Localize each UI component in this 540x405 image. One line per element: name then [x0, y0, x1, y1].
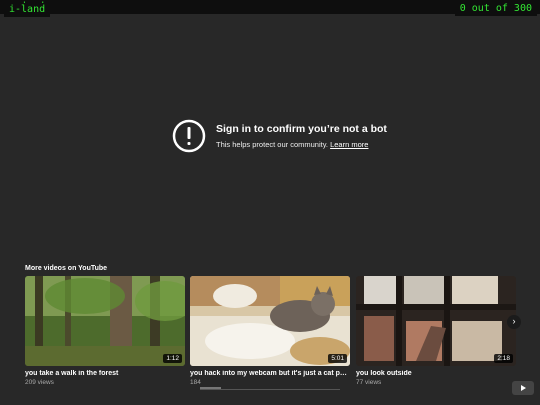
video-card[interactable]: 2:18 you look outside 77 views — [356, 276, 516, 386]
video-thumbnail[interactable]: 1:12 — [25, 276, 185, 366]
video-card[interactable]: 5:01 you hack into my webcam but it's ju… — [190, 276, 350, 386]
video-title[interactable]: you look outside — [356, 370, 516, 377]
notice-subtitle-text: This helps protect our community. — [216, 140, 328, 149]
progress-counter: 0 out of 300 — [454, 2, 537, 16]
video-views: 77 views — [356, 379, 382, 386]
notice-subtitle: This helps protect our community. Learn … — [216, 140, 387, 149]
video-duration: 5:01 — [328, 354, 347, 363]
video-views: 209 views — [25, 379, 54, 386]
bot-check-notice: Sign in to confirm you’re not a bot This… — [172, 119, 387, 153]
video-card[interactable]: 1:12 you take a walk in the forest 209 v… — [25, 276, 185, 386]
video-duration: 1:12 — [163, 354, 182, 363]
loading-progress-fill — [200, 387, 221, 389]
alert-circle-icon — [172, 119, 206, 153]
notice-title: Sign in to confirm you’re not a bot — [216, 123, 387, 135]
video-thumbnail[interactable]: 5:01 — [190, 276, 350, 366]
video-duration: 2:18 — [494, 354, 513, 363]
learn-more-link[interactable]: Learn more — [330, 140, 368, 149]
chevron-right-icon[interactable]: › — [507, 315, 521, 329]
loading-progress-bar — [200, 375, 340, 390]
site-tag: i-land — [4, 3, 51, 17]
video-title[interactable]: you take a walk in the forest — [25, 370, 185, 377]
video-thumbnail[interactable]: 2:18 — [356, 276, 516, 366]
youtube-logo-icon[interactable] — [512, 381, 534, 395]
more-videos-heading: More videos on YouTube — [25, 265, 108, 272]
